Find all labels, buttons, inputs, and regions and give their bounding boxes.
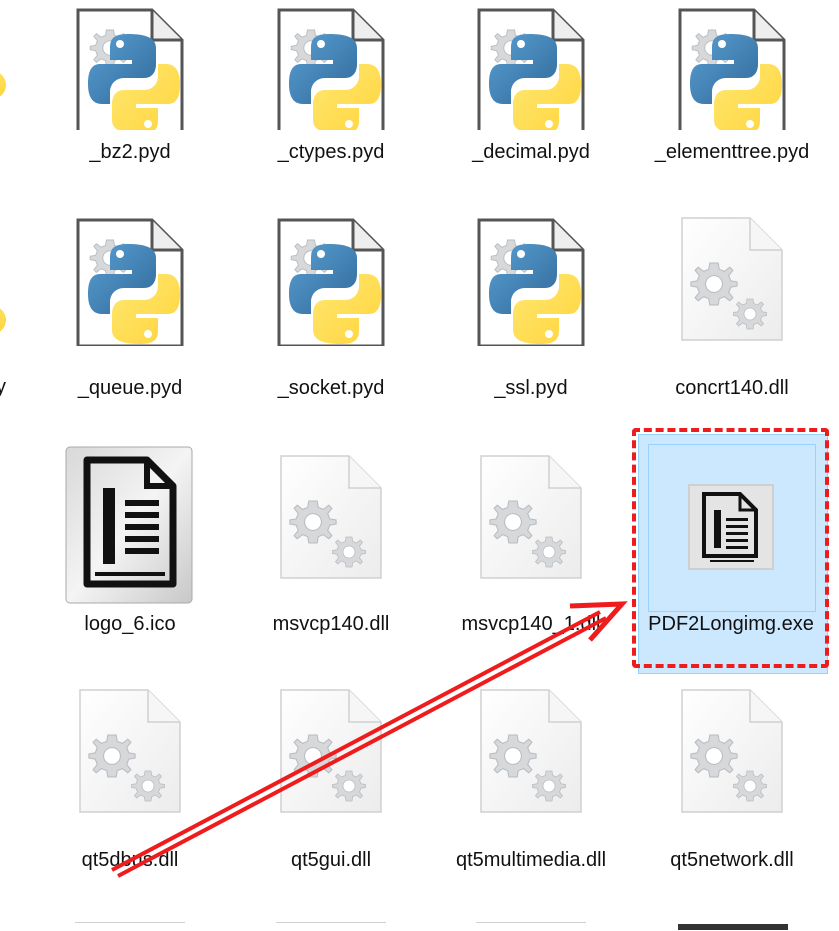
annotation-arrow bbox=[111, 601, 628, 878]
